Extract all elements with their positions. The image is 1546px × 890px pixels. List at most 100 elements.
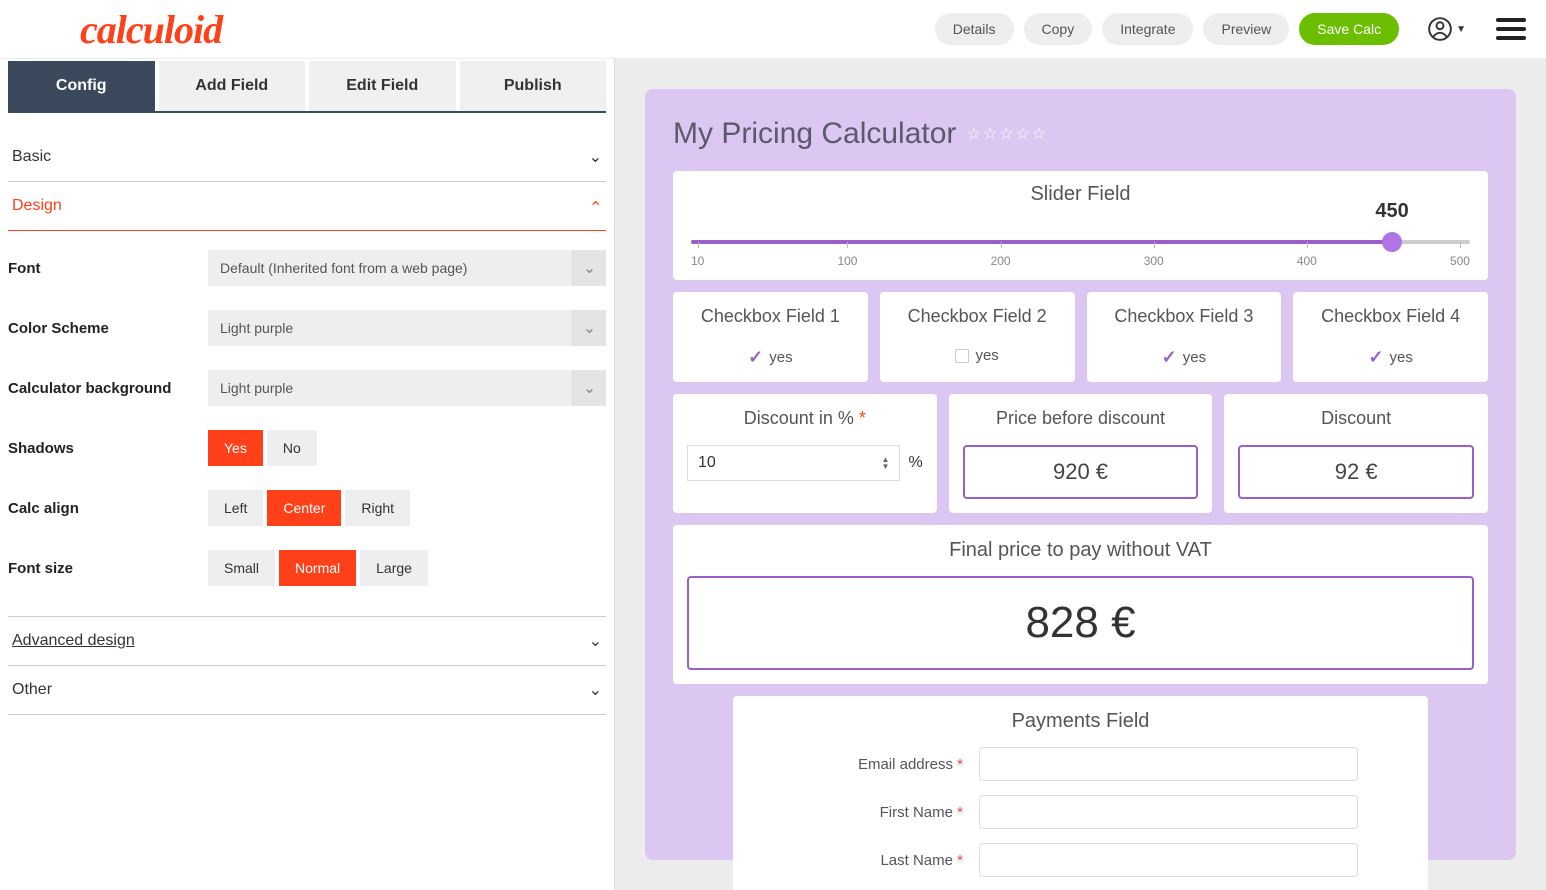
discount-value: 10 bbox=[698, 454, 716, 472]
align-left-button[interactable]: Left bbox=[208, 490, 263, 526]
save-calc-button[interactable]: Save Calc bbox=[1299, 13, 1399, 45]
calc-bg-select[interactable]: Light purple ⌄ bbox=[208, 370, 606, 406]
calc-bg-label: Calculator background bbox=[8, 380, 208, 397]
star-icon: ☆ bbox=[999, 124, 1013, 144]
slider-value: 450 bbox=[1375, 200, 1408, 223]
integrate-button[interactable]: Integrate bbox=[1102, 13, 1193, 45]
email-field[interactable] bbox=[979, 747, 1358, 781]
slider-tick: 300 bbox=[1144, 254, 1164, 268]
slider-thumb[interactable] bbox=[1382, 232, 1402, 252]
slider-card: Slider Field 450 10 100 200 300 400 500 bbox=[673, 171, 1488, 280]
color-scheme-value: Light purple bbox=[208, 310, 572, 346]
slider-tick: 100 bbox=[837, 254, 857, 268]
slider-title: Slider Field bbox=[691, 183, 1470, 206]
final-price-card: Final price to pay without VAT 828 € bbox=[673, 525, 1488, 684]
slider-tick: 10 bbox=[691, 254, 704, 268]
font-size-label: Font size bbox=[8, 560, 208, 577]
discount-input[interactable]: 10 ▲▼ bbox=[687, 445, 900, 481]
checkbox-label: yes bbox=[1183, 349, 1206, 366]
final-label: Final price to pay without VAT bbox=[687, 539, 1474, 562]
discount-value-card: Discount 92 € bbox=[1224, 394, 1488, 513]
star-icon: ☆ bbox=[1032, 124, 1046, 144]
header-buttons: Details Copy Integrate Preview Save Calc… bbox=[935, 13, 1526, 45]
copy-button[interactable]: Copy bbox=[1024, 13, 1093, 45]
tab-config[interactable]: Config bbox=[8, 61, 155, 111]
checkbox-card-3: Checkbox Field 3 ✓ yes bbox=[1087, 292, 1282, 382]
accordion-other[interactable]: Other ⌄ bbox=[8, 666, 606, 714]
fontsize-normal-button[interactable]: Normal bbox=[279, 550, 356, 586]
rating-stars[interactable]: ☆☆☆☆☆ bbox=[966, 124, 1046, 144]
color-scheme-label: Color Scheme bbox=[8, 320, 208, 337]
accordion-advanced-label: Advanced design bbox=[12, 632, 135, 650]
slider-control[interactable]: 450 10 100 200 300 400 500 bbox=[691, 230, 1470, 268]
shadows-no-button[interactable]: No bbox=[267, 430, 317, 466]
checkbox-4[interactable]: ✓ yes bbox=[1301, 347, 1480, 368]
tab-publish[interactable]: Publish bbox=[460, 61, 607, 111]
checkbox-title: Checkbox Field 3 bbox=[1095, 306, 1274, 327]
checkbox-title: Checkbox Field 2 bbox=[888, 306, 1067, 327]
firstname-label: First Name * bbox=[803, 804, 963, 821]
slider-tick: 200 bbox=[991, 254, 1011, 268]
checkbox-card-4: Checkbox Field 4 ✓ yes bbox=[1293, 292, 1488, 382]
check-icon: ✓ bbox=[1368, 347, 1383, 368]
checkbox-empty-icon bbox=[955, 349, 969, 363]
lastname-label: Last Name * bbox=[803, 852, 963, 869]
checkbox-title: Checkbox Field 4 bbox=[1301, 306, 1480, 327]
shadows-label: Shadows bbox=[8, 440, 208, 457]
checkbox-2[interactable]: yes bbox=[888, 347, 1067, 364]
fontsize-small-button[interactable]: Small bbox=[208, 550, 275, 586]
accordion-design[interactable]: Design ⌄ bbox=[8, 182, 606, 231]
menu-icon[interactable] bbox=[1496, 18, 1526, 40]
discount-val-label: Discount bbox=[1238, 408, 1474, 429]
chevron-down-icon: ⌄ bbox=[572, 370, 606, 406]
star-icon: ☆ bbox=[1015, 124, 1029, 144]
calc-bg-value: Light purple bbox=[208, 370, 572, 406]
slider-tick: 400 bbox=[1297, 254, 1317, 268]
color-scheme-select[interactable]: Light purple ⌄ bbox=[208, 310, 606, 346]
font-select-value: Default (Inherited font from a web page) bbox=[208, 250, 572, 286]
payments-title: Payments Field bbox=[803, 710, 1358, 733]
check-icon: ✓ bbox=[1162, 347, 1177, 368]
align-center-button[interactable]: Center bbox=[267, 490, 341, 526]
price-before-card: Price before discount 920 € bbox=[949, 394, 1213, 513]
chevron-down-icon: ⌄ bbox=[589, 147, 602, 167]
firstname-field[interactable] bbox=[979, 795, 1358, 829]
spinner-buttons[interactable]: ▲▼ bbox=[882, 456, 890, 470]
avatar-icon bbox=[1427, 16, 1453, 42]
checkbox-3[interactable]: ✓ yes bbox=[1095, 347, 1274, 368]
star-icon: ☆ bbox=[966, 124, 980, 144]
tab-add-field[interactable]: Add Field bbox=[159, 61, 306, 111]
tab-edit-field[interactable]: Edit Field bbox=[309, 61, 456, 111]
discount-label: Discount in % * bbox=[687, 408, 923, 429]
payments-card: Payments Field Email address * First Nam… bbox=[733, 696, 1428, 890]
slider-tick: 500 bbox=[1450, 254, 1470, 268]
app-header: calculoid Details Copy Integrate Preview… bbox=[0, 0, 1546, 58]
calc-align-label: Calc align bbox=[8, 500, 208, 517]
checkbox-1[interactable]: ✓yes bbox=[681, 347, 860, 368]
email-label: Email address * bbox=[803, 756, 963, 773]
caret-down-icon: ▼ bbox=[1456, 24, 1466, 35]
accordion-basic-label: Basic bbox=[12, 148, 51, 166]
font-select[interactable]: Default (Inherited font from a web page)… bbox=[208, 250, 606, 286]
chevron-down-icon: ⌄ bbox=[572, 310, 606, 346]
lastname-field[interactable] bbox=[979, 843, 1358, 877]
checkbox-card-1: Checkbox Field 1 ✓yes bbox=[673, 292, 868, 382]
config-panel: Config Add Field Edit Field Publish Basi… bbox=[0, 59, 614, 890]
checkbox-label: yes bbox=[1390, 349, 1413, 366]
checkbox-title: Checkbox Field 1 bbox=[681, 306, 860, 327]
accordion-advanced[interactable]: Advanced design ⌄ bbox=[8, 617, 606, 665]
fontsize-large-button[interactable]: Large bbox=[360, 550, 428, 586]
checkbox-card-2: Checkbox Field 2 yes bbox=[880, 292, 1075, 382]
shadows-yes-button[interactable]: Yes bbox=[208, 430, 263, 466]
user-menu[interactable]: ▼ bbox=[1427, 16, 1466, 42]
checkbox-label: yes bbox=[975, 347, 998, 364]
editor-tabs: Config Add Field Edit Field Publish bbox=[8, 61, 606, 113]
final-value: 828 € bbox=[687, 576, 1474, 670]
accordion-basic[interactable]: Basic ⌄ bbox=[8, 133, 606, 181]
price-before-label: Price before discount bbox=[963, 408, 1199, 429]
details-button[interactable]: Details bbox=[935, 13, 1014, 45]
checkbox-label: yes bbox=[769, 349, 792, 366]
star-icon: ☆ bbox=[983, 124, 997, 144]
preview-button[interactable]: Preview bbox=[1203, 13, 1289, 45]
align-right-button[interactable]: Right bbox=[345, 490, 410, 526]
